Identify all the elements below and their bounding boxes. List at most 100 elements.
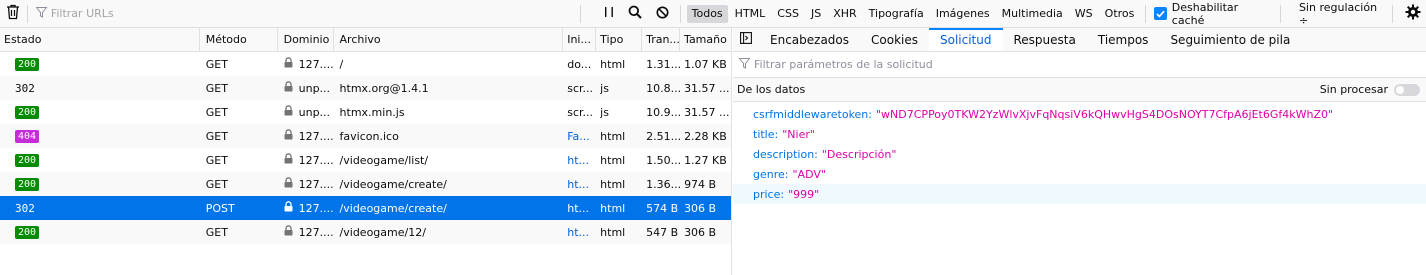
raw-switch[interactable] [1394,83,1420,96]
network-toolbar: Todos HTML CSS JS XHR Tipografía Imágene… [0,0,1426,28]
domain-cell: 127.... [278,148,334,172]
table-row[interactable]: 200 GET unp... htmx.min.js scr... js 10.9... 31… [0,100,731,124]
param-row[interactable]: description: "Descripción" [733,144,1426,164]
raw-toggle[interactable]: Sin procesar [1320,83,1420,96]
table-body: 200 GET 127.... / do... html 1.31... 1.07 KB 302… [0,52,731,244]
domain-cell: 127.... [278,220,334,244]
table-row[interactable]: 200 GET 127.... /videogame/create/ht... html… [0,172,731,196]
search-button[interactable] [622,0,649,28]
domain-cell: 127.... [278,52,334,76]
file-cell: /videogame/12/ [339,225,426,239]
domain-text: 127.... [298,177,334,191]
param-key: title: [753,127,779,141]
status-badge: 200 [15,177,40,191]
filter-all-button[interactable]: Todos [686,4,728,23]
table-row[interactable]: 200 GET 127.... /videogame/list/ht... html 1.… [0,148,731,172]
file-cell: favicon.ico [339,129,399,143]
tab-cookies[interactable]: Cookies [860,28,929,51]
status-cell: 200 [0,172,200,196]
column-header-initiator[interactable]: Ini... [563,27,597,52]
domain-text: 127.... [298,129,334,143]
column-header-size[interactable]: Tamaño [680,28,731,52]
lock-icon [284,129,293,143]
settings-button[interactable] [1399,0,1426,28]
size-cell: 2.28 KB [684,129,727,143]
throttling-select[interactable]: Sin regulación ÷ [1293,0,1392,28]
column-header-type[interactable]: Tipo [596,27,643,52]
params-list: csrfmiddlewaretoken: "wND7CPPoy0TKW2YzWlv… [733,102,1426,204]
toggle-sidebar-button[interactable] [733,28,759,51]
table-row[interactable]: 404 GET 127.... favicon.ico Fa... html 2.51...… [0,124,731,148]
column-header-file[interactable]: Archivo [334,27,564,52]
param-key: description: [753,147,818,161]
filter-fonts-button[interactable]: Tipografía [864,5,929,23]
lock-icon [284,177,293,191]
disable-cache-toggle[interactable]: Deshabilitar caché [1154,0,1270,28]
param-row[interactable]: price: "999" [733,184,1426,204]
pause-button[interactable] [595,0,622,28]
request-details-panel: Encabezados Cookies Solicitud Respuesta … [733,28,1426,275]
lock-icon [284,225,293,239]
tab-response[interactable]: Respuesta [1003,28,1087,51]
toolbar-separator [679,4,681,23]
transferred-cell: 1.31... [646,57,681,71]
tab-request[interactable]: Solicitud [929,28,1003,51]
domain-cell: 127.... [278,172,334,196]
column-header-method[interactable]: Método [200,27,278,52]
type-cell: html [600,201,626,215]
column-header-domain[interactable]: Dominio [278,27,334,52]
toolbar-separator [1145,4,1147,23]
type-cell: html [600,153,626,167]
clear-requests-button[interactable] [0,0,27,28]
table-row[interactable]: 302 GET unp... htmx.org@1.4.1 scr... js 10.8..… [0,76,731,100]
method-cell: GET [205,81,228,95]
filter-js-button[interactable]: JS [806,5,826,23]
filter-urls-input[interactable] [50,7,551,20]
tab-headers[interactable]: Encabezados [759,28,860,51]
initiator-cell[interactable]: ht... [563,172,596,196]
table-row[interactable]: 302 POST 127.... /videogame/create/ht... htm… [0,196,731,220]
param-row[interactable]: genre: "ADV" [733,164,1426,184]
filter-params-input[interactable] [754,58,1154,71]
type-cell: html [600,177,626,191]
filter-other-button[interactable]: Otros [1100,5,1140,23]
initiator-cell[interactable]: ht... [563,148,596,172]
toolbar-separator [1392,4,1394,23]
status-cell: 200 [0,100,200,124]
column-header-transferred[interactable]: Tran... [642,27,681,52]
param-row[interactable]: title: "Nier" [733,124,1426,144]
table-row[interactable]: 200 GET 127.... /videogame/12/ht... html 547 … [0,220,731,244]
initiator-cell[interactable]: ht... [563,220,596,244]
tab-timings[interactable]: Tiempos [1087,28,1160,51]
filter-images-button[interactable]: Imágenes [931,5,995,23]
column-header-status[interactable]: Estado [0,27,200,52]
transferred-cell: 2.51... [646,129,681,143]
initiator-cell[interactable]: ht... [563,196,596,220]
file-cell: htmx.min.js [339,105,405,119]
filter-css-button[interactable]: CSS [772,5,804,23]
domain-text: unp... [298,105,331,119]
filter-html-button[interactable]: HTML [730,5,771,23]
param-value: "wND7CPPoy0TKW2YzWlvXjvFqNqsiV6kQHwvHgS4… [876,107,1334,121]
transferred-cell: 574 B [646,201,679,215]
gear-icon [1405,4,1421,23]
status-badge: 200 [15,225,40,239]
domain-cell: 127.... [278,196,334,220]
filter-media-button[interactable]: Multimedia [997,5,1068,23]
initiator-cell[interactable]: Fa... [563,124,596,148]
domain-text: 127.... [298,153,334,167]
filter-ws-button[interactable]: WS [1070,5,1098,23]
table-row[interactable]: 200 GET 127.... / do... html 1.31... 1.07 KB [0,52,731,76]
status-badge: 302 [15,201,35,215]
block-button[interactable] [649,0,676,28]
status-cell: 200 [0,148,200,172]
type-cell: html [600,225,626,239]
filter-xhr-button[interactable]: XHR [828,5,861,23]
transferred-cell: 547 B [646,225,679,239]
type-cell: html [600,129,626,143]
form-data-section-header[interactable]: De los datos Sin procesar [733,78,1426,102]
transferred-cell: 10.8... [646,81,681,95]
param-row[interactable]: csrfmiddlewaretoken: "wND7CPPoy0TKW2YzWlv… [733,104,1426,124]
tab-stack-trace[interactable]: Seguimiento de pila [1159,28,1301,51]
disable-cache-checkbox[interactable] [1154,7,1167,20]
